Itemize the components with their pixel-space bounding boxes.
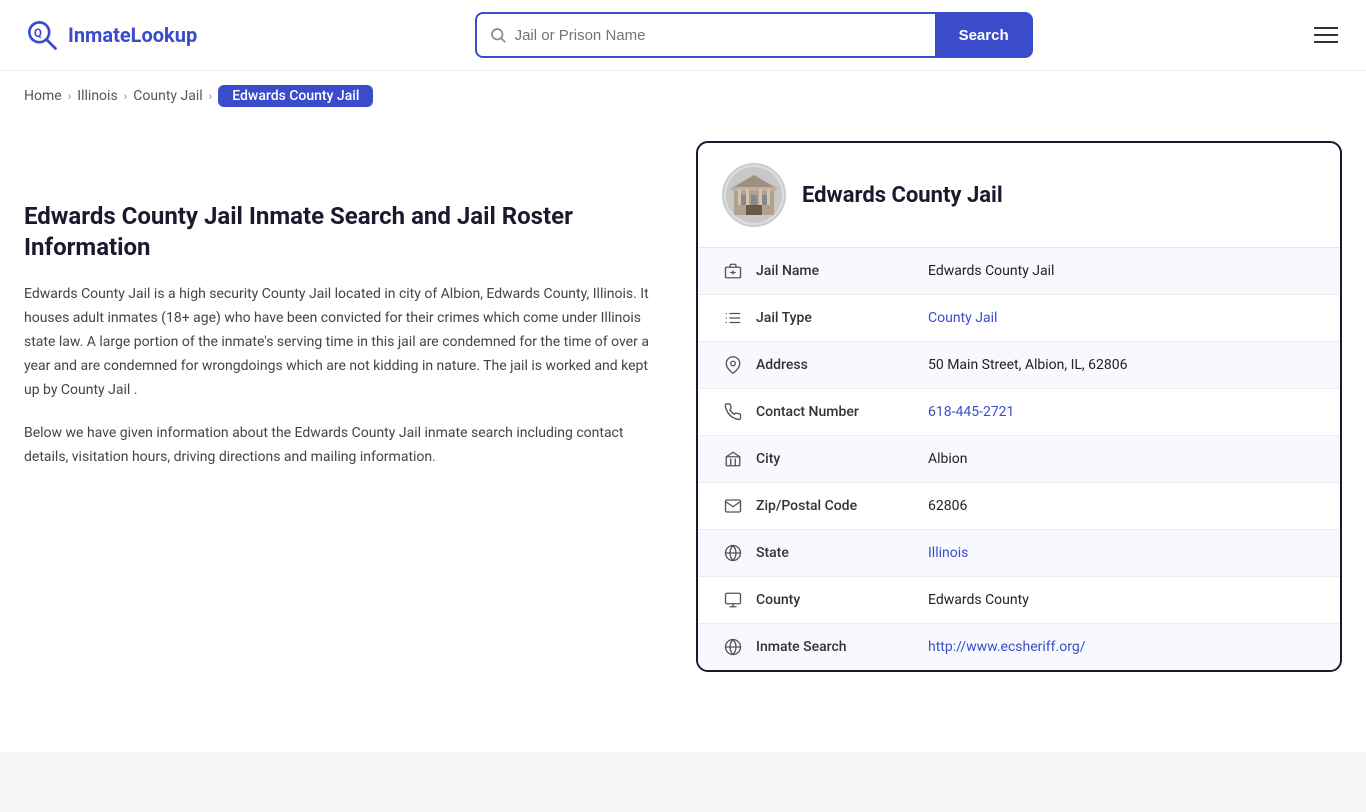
info-value-link[interactable]: http://www.ecsheriff.org/ bbox=[928, 639, 1085, 655]
jail-avatar bbox=[722, 163, 786, 227]
search-globe-icon bbox=[722, 638, 744, 656]
info-row: City Albion bbox=[698, 436, 1340, 483]
logo-link[interactable]: Q InmateLookup bbox=[24, 17, 197, 53]
location-icon bbox=[722, 356, 744, 374]
info-label: Contact Number bbox=[756, 404, 916, 420]
info-row: State Illinois bbox=[698, 530, 1340, 577]
svg-text:Q: Q bbox=[34, 26, 42, 40]
main-content: Edwards County Jail Inmate Search and Ja… bbox=[0, 121, 1366, 712]
info-value: 62806 bbox=[928, 498, 1316, 514]
building-icon bbox=[722, 262, 744, 280]
hamburger-line-2 bbox=[1314, 34, 1338, 36]
info-table: Jail Name Edwards County Jail Jail Type Cou… bbox=[698, 248, 1340, 670]
info-row: Zip/Postal Code 62806 bbox=[698, 483, 1340, 530]
search-button[interactable]: Search bbox=[935, 12, 1033, 58]
header: Q InmateLookup Search bbox=[0, 0, 1366, 71]
info-card-title: Edwards County Jail bbox=[802, 183, 1003, 208]
hamburger-line-3 bbox=[1314, 41, 1338, 43]
info-row: County Edwards County bbox=[698, 577, 1340, 624]
info-value: Edwards County Jail bbox=[928, 263, 1316, 279]
page-desc-1: Edwards County Jail is a high security C… bbox=[24, 283, 664, 402]
info-value: Albion bbox=[928, 451, 1316, 467]
list-icon bbox=[722, 309, 744, 327]
footer-bar bbox=[0, 752, 1366, 812]
info-row: Address 50 Main Street, Albion, IL, 62806 bbox=[698, 342, 1340, 389]
info-card: Edwards County Jail Jail Name Edwards Cou… bbox=[696, 141, 1342, 672]
info-label: Jail Name bbox=[756, 263, 916, 279]
page-desc-2: Below we have given information about th… bbox=[24, 422, 664, 470]
info-label: Inmate Search bbox=[756, 639, 916, 655]
jail-building-icon bbox=[726, 167, 782, 223]
mail-icon bbox=[722, 497, 744, 515]
hamburger-menu-button[interactable] bbox=[1310, 23, 1342, 47]
breadcrumb-home[interactable]: Home bbox=[24, 88, 62, 104]
info-value-link[interactable]: County Jail bbox=[928, 310, 997, 326]
search-area: Search bbox=[475, 12, 1033, 58]
info-label: Jail Type bbox=[756, 310, 916, 326]
info-value: Edwards County bbox=[928, 592, 1316, 608]
left-column: Edwards County Jail Inmate Search and Ja… bbox=[24, 141, 664, 672]
breadcrumb: Home › Illinois › County Jail › Edwards … bbox=[0, 71, 1366, 121]
globe-icon bbox=[722, 544, 744, 562]
hamburger-line-1 bbox=[1314, 27, 1338, 29]
logo-text: InmateLookup bbox=[68, 23, 197, 47]
breadcrumb-sep-2: › bbox=[124, 89, 128, 103]
info-label: Address bbox=[756, 357, 916, 373]
breadcrumb-sep-1: › bbox=[68, 89, 72, 103]
info-label: Zip/Postal Code bbox=[756, 498, 916, 514]
logo-icon: Q bbox=[24, 17, 60, 53]
info-value-link[interactable]: 618-445-2721 bbox=[928, 404, 1014, 420]
breadcrumb-county-jail[interactable]: County Jail bbox=[133, 88, 202, 104]
right-column: Edwards County Jail Jail Name Edwards Cou… bbox=[696, 141, 1342, 672]
info-value: 618-445-2721 bbox=[928, 404, 1316, 420]
info-label: State bbox=[756, 545, 916, 561]
breadcrumb-illinois[interactable]: Illinois bbox=[77, 88, 117, 104]
info-row: Inmate Search http://www.ecsheriff.org/ bbox=[698, 624, 1340, 670]
info-label: City bbox=[756, 451, 916, 467]
breadcrumb-current: Edwards County Jail bbox=[218, 85, 373, 107]
info-card-header: Edwards County Jail bbox=[698, 143, 1340, 248]
search-icon bbox=[489, 26, 507, 44]
info-value: 50 Main Street, Albion, IL, 62806 bbox=[928, 357, 1316, 373]
breadcrumb-sep-3: › bbox=[209, 89, 213, 103]
phone-icon bbox=[722, 403, 744, 421]
info-row: Jail Type County Jail bbox=[698, 295, 1340, 342]
info-value: http://www.ecsheriff.org/ bbox=[928, 639, 1316, 655]
info-row: Contact Number 618-445-2721 bbox=[698, 389, 1340, 436]
page-title: Edwards County Jail Inmate Search and Ja… bbox=[24, 201, 664, 263]
search-input[interactable] bbox=[515, 27, 923, 44]
search-wrapper bbox=[475, 12, 935, 58]
info-label: County bbox=[756, 592, 916, 608]
info-value: Illinois bbox=[928, 545, 1316, 561]
county-icon bbox=[722, 591, 744, 609]
city-icon bbox=[722, 450, 744, 468]
info-value-link[interactable]: Illinois bbox=[928, 545, 968, 561]
info-row: Jail Name Edwards County Jail bbox=[698, 248, 1340, 295]
info-value: County Jail bbox=[928, 310, 1316, 326]
